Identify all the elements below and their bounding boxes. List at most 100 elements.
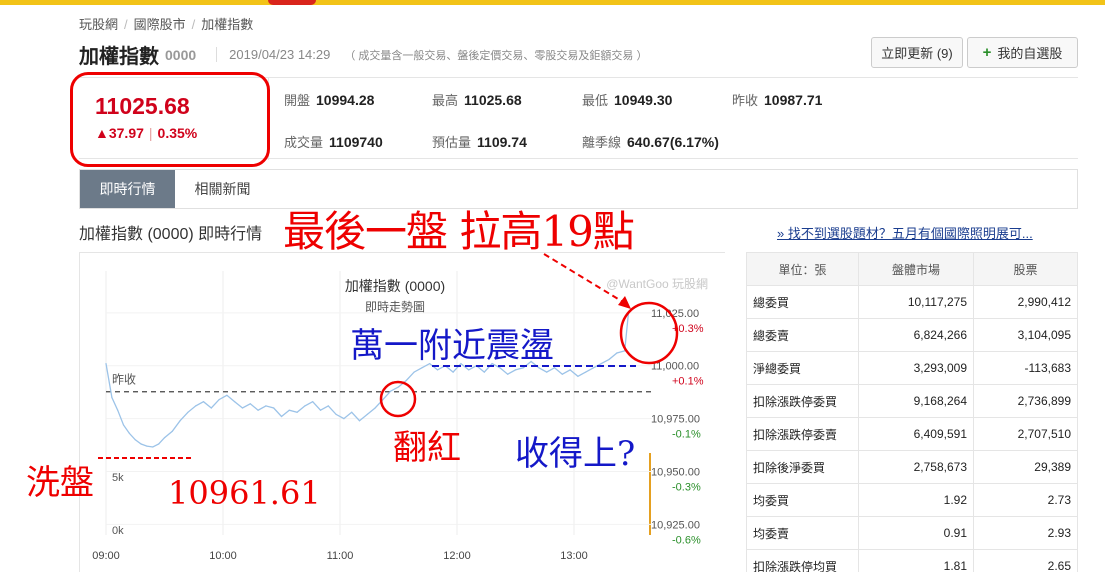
row-label: 淨總委買 xyxy=(746,351,859,385)
intraday-chart: 09:00 10:00 11:00 12:00 13:00 5k 0k 11,025.00 +0… xyxy=(80,253,726,572)
price-point xyxy=(569,369,571,371)
intraday-chart-panel: 09:00 10:00 11:00 12:00 13:00 5k 0k 11,025.00 +0… xyxy=(79,252,726,572)
market-value: 6,409,591 xyxy=(858,417,974,451)
stat-open-value: 10994.28 xyxy=(316,92,375,108)
price-point xyxy=(163,437,166,439)
breadcrumb: 玩股網 / 國際股市 / 加權指數 xyxy=(79,14,253,33)
volume-tick-label: 0k xyxy=(112,525,124,537)
refresh-button[interactable]: 立即更新 (9) xyxy=(871,37,963,68)
price-point xyxy=(327,405,329,407)
stock-value: 2,707,510 xyxy=(973,417,1078,451)
price-point xyxy=(374,407,376,409)
breadcrumb-home[interactable]: 玩股網 xyxy=(79,17,118,32)
annotation-circle-price xyxy=(70,72,270,167)
row-label: 總委買 xyxy=(746,285,859,319)
add-watchlist-button[interactable]: + 我的自選股 xyxy=(967,37,1078,68)
price-point xyxy=(257,409,259,411)
price-point xyxy=(452,371,454,373)
y-tick-percent: -0.3% xyxy=(672,482,701,494)
price-point xyxy=(158,443,160,445)
section-title: 加權指數 (0000) 即時行情 xyxy=(79,226,263,243)
market-value: 1.92 xyxy=(858,483,974,517)
market-value: 10,117,275 xyxy=(858,285,974,319)
price-point xyxy=(616,352,618,354)
price-point xyxy=(483,371,485,373)
stock-code: 0000 xyxy=(165,46,197,63)
row-label: 扣除漲跌停委買 xyxy=(746,384,859,418)
price-point xyxy=(592,367,595,369)
stat-high: 最高 11025.68 xyxy=(432,90,522,109)
price-point xyxy=(117,409,119,411)
price-point xyxy=(273,407,275,409)
promo-link[interactable]: » 找不到選股題材？五月有個國際照明展可... xyxy=(777,223,1033,242)
price-point xyxy=(546,371,548,373)
price-point xyxy=(405,379,407,382)
price-point xyxy=(140,443,142,445)
x-tick-label: 13:00 xyxy=(560,550,588,562)
row-label: 均委賣 xyxy=(746,516,859,550)
row-label: 扣除漲跌停均買 xyxy=(746,549,859,572)
price-point xyxy=(111,396,113,399)
price-point xyxy=(202,401,205,403)
y-tick-label: 10,950.00 xyxy=(651,467,700,479)
price-point xyxy=(507,373,509,375)
price-point xyxy=(210,407,212,409)
stat-estimate: 預估量 1109.74 xyxy=(432,132,527,151)
price-point xyxy=(436,369,439,371)
chart-title: 加權指數 (0000) xyxy=(345,278,445,294)
table-header-market: 盤體市場 xyxy=(858,252,974,286)
price-point xyxy=(522,367,524,369)
price-point xyxy=(397,386,400,388)
stock-value: 2,736,899 xyxy=(973,384,1078,418)
annotation-washout: 洗盤 xyxy=(26,463,94,503)
row-label: 扣除漲跌停委賣 xyxy=(746,417,859,451)
row-label: 扣除後淨委買 xyxy=(746,450,859,484)
stat-volume-value: 1109740 xyxy=(329,134,383,150)
y-tick-label: 11,000.00 xyxy=(651,361,699,373)
stat-open: 開盤 10994.28 xyxy=(284,90,374,109)
price-point xyxy=(280,415,283,418)
table-row: 均委賣 0.91 2.93 xyxy=(746,516,1078,550)
price-point xyxy=(358,420,361,422)
price-point xyxy=(146,445,148,447)
stock-value: 2.73 xyxy=(973,483,1078,517)
price-point xyxy=(179,420,181,422)
price-point xyxy=(296,411,298,413)
price-point xyxy=(514,369,517,371)
price-point xyxy=(585,371,587,373)
market-value: 9,168,264 xyxy=(858,384,974,418)
price-point xyxy=(600,363,602,365)
table-row: 扣除後淨委買 2,758,673 29,389 xyxy=(746,450,1078,484)
volume-note: （ 成交量含一般交易、盤後定價交易、零股交易及鉅額交易 ） xyxy=(344,49,648,62)
stat-open-label: 開盤 xyxy=(284,93,311,108)
tab-related-news[interactable]: 相關新聞 xyxy=(175,170,270,208)
table-row: 扣除漲跌停委買 9,168,264 2,736,899 xyxy=(746,384,1078,418)
price-point xyxy=(468,369,470,371)
price-point xyxy=(288,409,290,411)
price-point xyxy=(366,413,368,415)
stat-season: 離季線 640.67(6.17%) xyxy=(582,132,719,151)
price-point xyxy=(624,350,626,352)
x-tick-label: 11:00 xyxy=(327,550,354,562)
price-point xyxy=(195,405,197,407)
market-value: 1.81 xyxy=(858,549,974,572)
price-point xyxy=(628,310,630,312)
stock-value: 2.65 xyxy=(973,549,1078,572)
stock-value: 29,389 xyxy=(973,450,1078,484)
price-point xyxy=(499,367,501,369)
annotation-range: 萬一附近震盪 xyxy=(350,326,554,366)
breadcrumb-current: 加權指數 xyxy=(201,17,254,32)
x-tick-label: 09:00 xyxy=(92,550,120,562)
y-tick-percent: +0.3% xyxy=(672,323,704,335)
stock-value: 2,990,412 xyxy=(973,285,1078,319)
tab-live-quote[interactable]: 即時行情 xyxy=(80,170,175,208)
price-point xyxy=(134,439,136,441)
price-point xyxy=(351,411,353,413)
breadcrumb-intl[interactable]: 國際股市 xyxy=(134,17,186,32)
stock-value: 3,104,095 xyxy=(973,318,1078,352)
table-row: 扣除漲跌停委賣 6,409,591 2,707,510 xyxy=(746,417,1078,451)
price-point xyxy=(171,430,173,432)
y-tick-percent: +0.1% xyxy=(672,376,704,388)
table-header-unit: 單位：張 xyxy=(746,252,859,286)
stat-estimate-label: 預估量 xyxy=(432,135,472,150)
